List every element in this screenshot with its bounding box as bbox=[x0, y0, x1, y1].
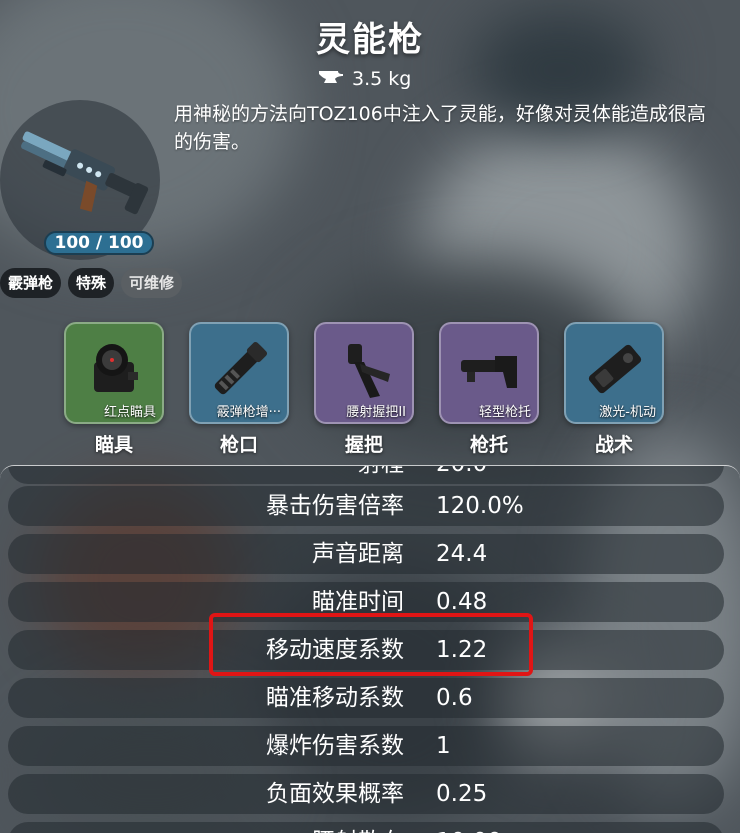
stat-row: 腰射散布 10.00 bbox=[8, 822, 724, 833]
tag-shotgun: 霰弹枪 bbox=[0, 268, 62, 298]
slot-muzzle[interactable]: 霰弹枪增··· 枪口 bbox=[189, 322, 289, 457]
attachment-card-tactical[interactable]: 激光-机动 bbox=[564, 322, 664, 424]
slot-label: 枪托 bbox=[469, 434, 508, 456]
stat-key: 爆炸伤害系数 bbox=[266, 733, 404, 759]
stat-key: 射程 bbox=[358, 466, 404, 484]
stat-row: 爆炸伤害系数 1 bbox=[8, 726, 724, 766]
anvil-icon bbox=[318, 68, 344, 90]
slot-label: 战术 bbox=[594, 434, 633, 456]
item-title: 灵能枪 bbox=[316, 20, 424, 60]
tag-repairable: 可维修 bbox=[121, 268, 183, 298]
item-description: 用神秘的方法向TOZ106中注入了灵能，好像对灵体能造成很高的伤害。 bbox=[174, 103, 706, 153]
stat-key: 负面效果概率 bbox=[266, 781, 404, 807]
item-weight: 3.5 kg bbox=[318, 66, 411, 92]
slot-sight[interactable]: 红点瞄具 瞄具 bbox=[64, 322, 164, 457]
slot-grip[interactable]: 腰射握把II 握把 bbox=[314, 322, 414, 457]
grip-icon bbox=[348, 344, 390, 398]
stat-value: 1 bbox=[436, 733, 451, 759]
stat-value: 0.6 bbox=[436, 685, 473, 711]
stat-value: 0.25 bbox=[436, 781, 488, 807]
red-dot-sight-icon bbox=[94, 344, 138, 392]
stat-row: 暴击伤害倍率 120.0% bbox=[8, 486, 724, 526]
laser-icon bbox=[588, 344, 642, 394]
attachment-name: 霰弹枪增··· bbox=[216, 405, 281, 420]
attachment-card-grip[interactable]: 腰射握把II bbox=[314, 322, 414, 424]
stat-row: 声音距离 24.4 bbox=[8, 534, 724, 574]
attachment-name: 腰射握把II bbox=[346, 405, 406, 420]
stat-value: 20.0 bbox=[436, 466, 487, 484]
stat-value: 120.0% bbox=[436, 493, 524, 519]
muzzle-icon bbox=[214, 341, 268, 395]
slot-label: 握把 bbox=[344, 434, 383, 456]
slot-label: 枪口 bbox=[219, 434, 258, 456]
attachment-slots: 红点瞄具 瞄具 霰弹枪增··· 枪口 腰射握把II 握把 轻型枪托 枪托 激光-… bbox=[64, 322, 664, 457]
tag-special: 特殊 bbox=[68, 268, 115, 298]
stat-row: 射程 20.0 bbox=[8, 466, 724, 484]
slot-stock[interactable]: 轻型枪托 枪托 bbox=[439, 322, 539, 457]
attachment-card-stock[interactable]: 轻型枪托 bbox=[439, 322, 539, 424]
stat-key: 暴击伤害倍率 bbox=[266, 493, 404, 519]
highlight-box bbox=[209, 613, 533, 676]
slot-label: 瞄具 bbox=[94, 434, 133, 456]
stat-key: 腰射散布 bbox=[312, 822, 404, 833]
stock-icon bbox=[461, 356, 517, 388]
attachment-card-muzzle[interactable]: 霰弹枪增··· bbox=[189, 322, 289, 424]
stat-row: 负面效果概率 0.25 bbox=[8, 774, 724, 814]
attachment-name: 红点瞄具 bbox=[103, 405, 156, 420]
attachment-card-sight[interactable]: 红点瞄具 bbox=[64, 322, 164, 424]
stat-key: 瞄准移动系数 bbox=[266, 685, 404, 711]
attachment-name: 轻型枪托 bbox=[478, 405, 531, 420]
slot-tactical[interactable]: 激光-机动 战术 bbox=[564, 322, 664, 457]
item-tags: 霰弹枪 特殊 可维修 bbox=[0, 268, 183, 298]
stat-row: 瞄准移动系数 0.6 bbox=[8, 678, 724, 718]
attachment-name: 激光-机动 bbox=[599, 405, 656, 420]
stat-value: 24.4 bbox=[436, 541, 488, 567]
stat-value: 10.00 bbox=[436, 822, 502, 833]
durability-badge: 100 / 100 bbox=[44, 231, 154, 255]
stat-key: 声音距离 bbox=[312, 541, 404, 567]
weight-value: 3.5 kg bbox=[352, 68, 412, 90]
